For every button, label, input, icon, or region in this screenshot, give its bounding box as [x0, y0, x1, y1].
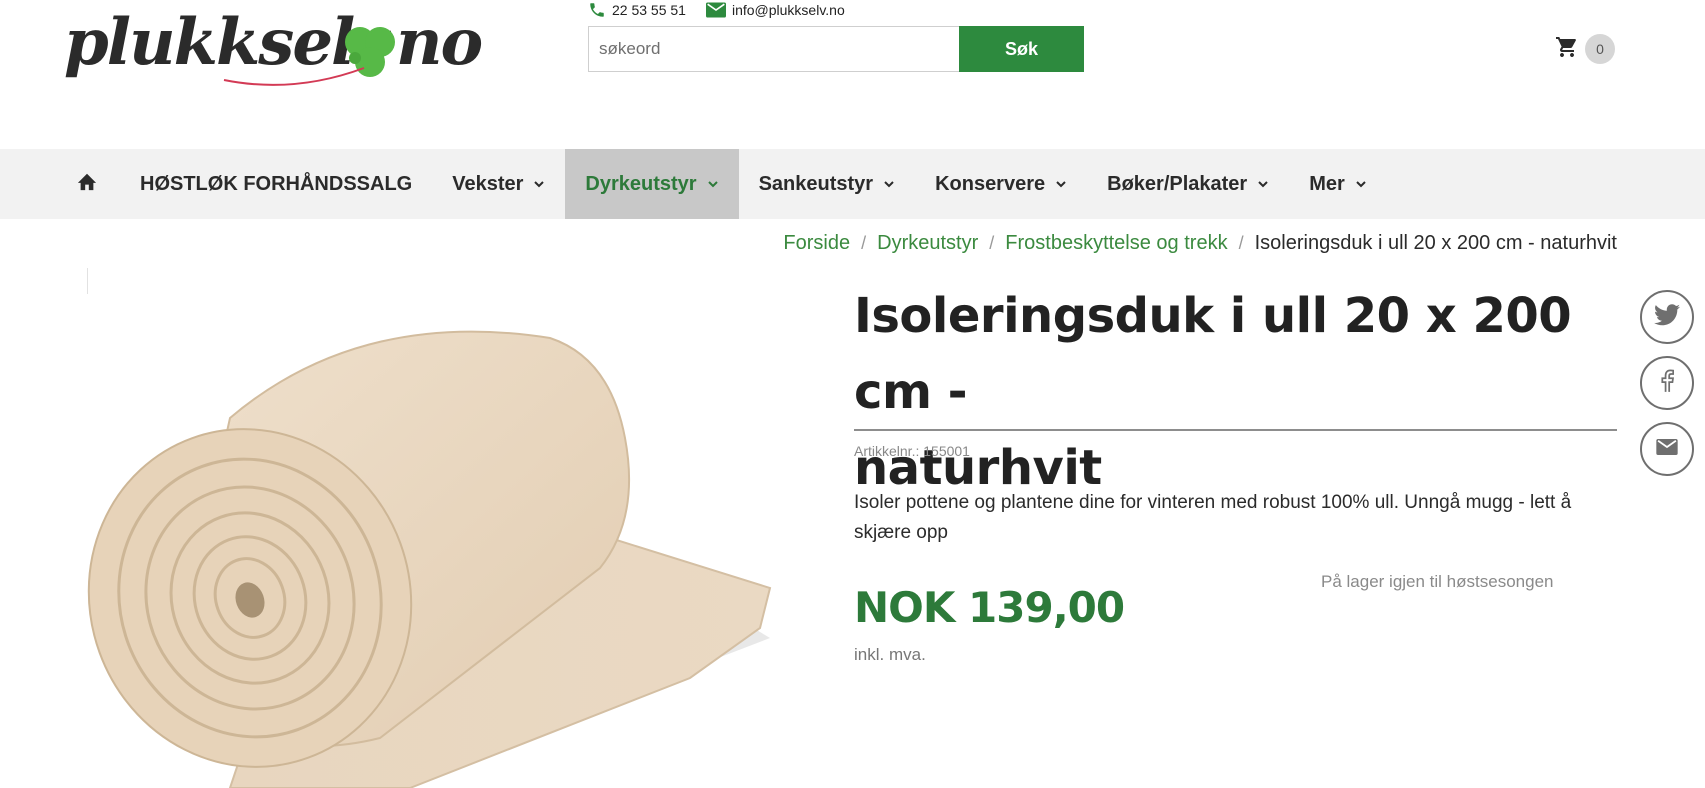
logo-wordmark-left: plukkselv	[64, 8, 391, 80]
nav-item-label: Konservere	[935, 172, 1046, 195]
breadcrumb-separator: /	[861, 233, 867, 253]
nav-item-label: Vekster	[452, 172, 524, 195]
product-title-line-1: Isoleringsduk i ull 20 x 200 cm -	[854, 288, 1572, 420]
page: plukkselv no 22 53 55 51 info@plukkselv.…	[0, 0, 1705, 788]
product-price: NOK 139,00	[854, 583, 1125, 632]
breadcrumb: Forside / Dyrkeutstyr / Frostbeskyttelse…	[783, 232, 1617, 255]
nav-item-vekster[interactable]: Vekster	[432, 149, 565, 219]
breadcrumb-separator: /	[989, 233, 995, 253]
main-navigation: HØSTLØK FORHÅNDSSALG Vekster Dyrkeutstyr…	[0, 149, 1705, 219]
chevron-down-icon	[883, 180, 895, 188]
product-title: Isoleringsduk i ull 20 x 200 cm - naturh…	[854, 278, 1616, 506]
search-button[interactable]: Søk	[959, 26, 1084, 72]
breadcrumb-separator: /	[1238, 233, 1244, 253]
phone-contact[interactable]: 22 53 55 51	[588, 1, 686, 19]
contact-bar: 22 53 55 51 info@plukkselv.no	[588, 0, 845, 20]
logo-wordmark-right: no	[396, 8, 482, 80]
phone-number: 22 53 55 51	[612, 2, 686, 18]
share-facebook-button[interactable]	[1640, 356, 1694, 410]
cart-icon	[1555, 35, 1579, 64]
nav-item-boker-plakater[interactable]: Bøker/Plakater	[1087, 149, 1289, 219]
stock-status: På lager igjen til høstsesongen	[1321, 572, 1554, 591]
nav-item-label: Sankeutstyr	[758, 172, 874, 195]
nav-item-konservere[interactable]: Konservere	[915, 149, 1087, 219]
phone-icon	[588, 1, 606, 19]
home-icon	[76, 171, 98, 197]
share-twitter-button[interactable]	[1640, 290, 1694, 344]
product-image[interactable]	[80, 268, 780, 788]
chevron-down-icon	[1257, 180, 1269, 188]
product-sku: Artikkelnr.: 155001	[854, 443, 970, 459]
facebook-icon	[1660, 369, 1675, 398]
chevron-down-icon	[1055, 180, 1067, 188]
nav-item-label: Bøker/Plakater	[1107, 172, 1248, 195]
product-description: Isoler pottene og plantene dine for vint…	[854, 492, 1572, 543]
envelope-icon	[705, 2, 726, 18]
vat-note: inkl. mva.	[854, 645, 926, 664]
chevron-down-icon	[1355, 180, 1367, 188]
nav-item-sankeutstyr[interactable]: Sankeutstyr	[739, 149, 916, 219]
email-address: info@plukkselv.no	[731, 2, 845, 18]
breadcrumb-link-forside[interactable]: Forside	[783, 232, 850, 255]
nav-home[interactable]	[64, 149, 120, 219]
nav-item-dyrkeutstyr[interactable]: Dyrkeutstyr	[565, 149, 739, 219]
title-divider	[854, 429, 1617, 431]
social-share	[1640, 290, 1694, 476]
search-input[interactable]	[588, 26, 959, 72]
nav-item-label: Dyrkeutstyr	[585, 172, 697, 195]
twitter-icon	[1654, 303, 1680, 331]
share-email-button[interactable]	[1640, 422, 1694, 476]
nav-item-hostlok[interactable]: HØSTLØK FORHÅNDSSALG	[120, 149, 432, 219]
chevron-down-icon	[533, 180, 545, 188]
breadcrumb-link-frostbeskyttelse[interactable]: Frostbeskyttelse og trekk	[1005, 232, 1227, 255]
breadcrumb-link-dyrkeutstyr[interactable]: Dyrkeutstyr	[877, 232, 978, 255]
breadcrumb-current: Isoleringsduk i ull 20 x 200 cm - naturh…	[1254, 232, 1617, 254]
cart-button[interactable]: 0	[1555, 34, 1615, 64]
nav-item-label: HØSTLØK FORHÅNDSSALG	[140, 172, 413, 195]
search-form: Søk	[588, 26, 1084, 72]
cart-count-badge: 0	[1585, 34, 1615, 64]
chevron-down-icon	[707, 180, 719, 188]
mail-icon	[1656, 438, 1678, 460]
nav-item-label: Mer	[1309, 172, 1345, 195]
site-logo[interactable]: plukkselv no	[64, 8, 509, 96]
email-contact[interactable]: info@plukkselv.no	[705, 2, 845, 18]
nav-item-mer[interactable]: Mer	[1289, 149, 1387, 219]
